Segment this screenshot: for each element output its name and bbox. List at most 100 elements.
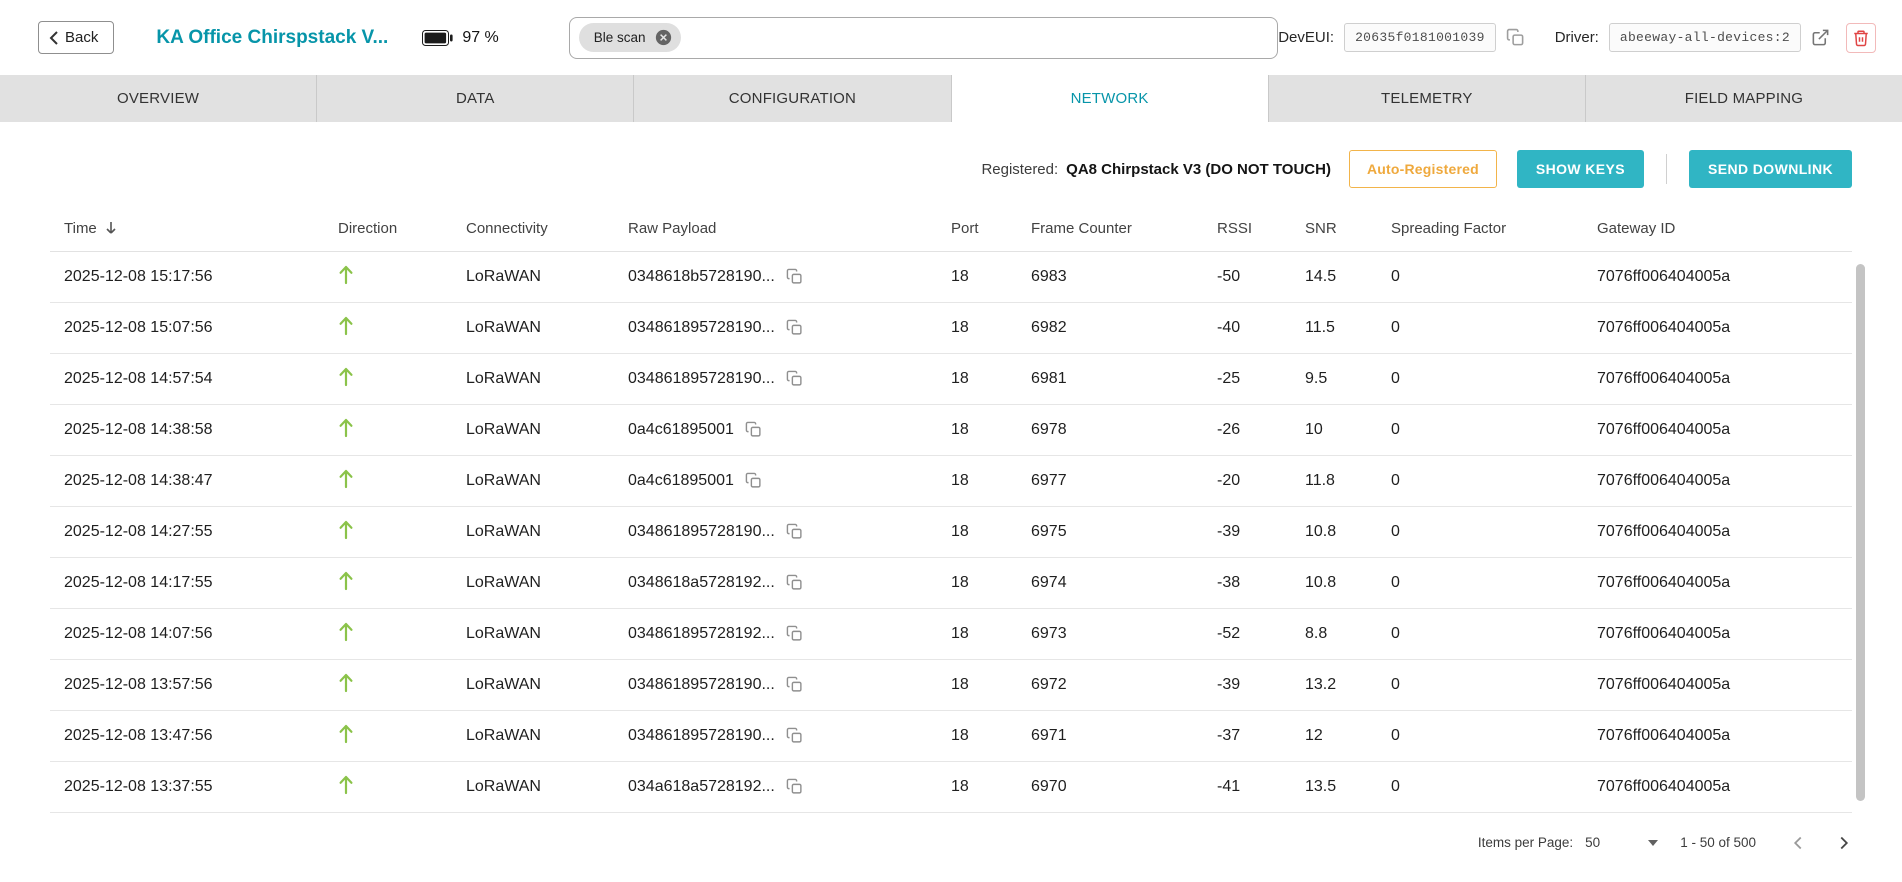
cell-gateway-id: 7076ff006404005a <box>1589 353 1852 404</box>
tab-label: TELEMETRY <box>1381 90 1473 107</box>
uplink-arrow-icon <box>338 723 354 744</box>
cell-rssi: -37 <box>1209 710 1297 761</box>
cell-connectivity: LoRaWAN <box>458 251 620 302</box>
table-row[interactable]: 2025-12-08 14:38:47 LoRaWAN 0a4c61895001 <box>50 455 1852 506</box>
send-downlink-button[interactable]: SEND DOWNLINK <box>1689 150 1852 188</box>
column-header-connectivity[interactable]: Connectivity <box>458 206 620 251</box>
cell-port: 18 <box>943 251 1023 302</box>
back-button[interactable]: Back <box>38 21 114 54</box>
tab-item[interactable]: DATA <box>317 75 634 122</box>
cell-spreading-factor: 0 <box>1383 506 1589 557</box>
cell-frame-counter: 6972 <box>1023 659 1209 710</box>
topbar: Back KA Office Chirspstack V... 97 % Ble… <box>0 0 1902 75</box>
open-driver-icon[interactable] <box>1809 26 1832 49</box>
cell-snr: 10.8 <box>1297 506 1383 557</box>
tab-item[interactable]: CONFIGURATION <box>634 75 951 122</box>
cell-connectivity: LoRaWAN <box>458 608 620 659</box>
cell-spreading-factor: 0 <box>1383 302 1589 353</box>
chip-remove-icon[interactable] <box>655 29 672 46</box>
previous-page-button[interactable] <box>1784 829 1812 857</box>
cell-gateway-id: 7076ff006404005a <box>1589 659 1852 710</box>
column-header-gateway-id[interactable]: Gateway ID <box>1589 206 1852 251</box>
table-scrollbar[interactable] <box>1856 264 1865 801</box>
copy-payload-icon[interactable] <box>786 370 803 387</box>
cell-connectivity: LoRaWAN <box>458 659 620 710</box>
cell-time: 2025-12-08 13:47:56 <box>50 710 330 761</box>
copy-payload-icon[interactable] <box>786 523 803 540</box>
table-row[interactable]: 2025-12-08 15:07:56 LoRaWAN 034861895728… <box>50 302 1852 353</box>
uplink-arrow-icon <box>338 417 354 438</box>
show-keys-button[interactable]: SHOW KEYS <box>1517 150 1644 188</box>
cell-spreading-factor: 0 <box>1383 404 1589 455</box>
tab-item[interactable]: OVERVIEW <box>0 75 317 122</box>
cell-connectivity: LoRaWAN <box>458 506 620 557</box>
table-row[interactable]: 2025-12-08 14:38:58 LoRaWAN 0a4c61895001 <box>50 404 1852 455</box>
column-header-spreading-factor[interactable]: Spreading Factor <box>1383 206 1589 251</box>
network-actions: Registered: QA8 Chirpstack V3 (DO NOT TO… <box>50 148 1852 190</box>
uplink-arrow-icon <box>338 264 354 285</box>
copy-payload-icon[interactable] <box>786 727 803 744</box>
cell-rssi: -41 <box>1209 761 1297 812</box>
cell-time: 2025-12-08 14:07:56 <box>50 608 330 659</box>
cell-rssi: -38 <box>1209 557 1297 608</box>
tab-item[interactable]: NETWORK <box>952 75 1269 122</box>
column-header-snr[interactable]: SNR <box>1297 206 1383 251</box>
copy-payload-icon[interactable] <box>786 268 803 285</box>
cell-rssi: -25 <box>1209 353 1297 404</box>
table-row[interactable]: 2025-12-08 13:57:56 LoRaWAN 034861895728… <box>50 659 1852 710</box>
cell-raw-payload: 034861895728190... <box>620 302 943 353</box>
copy-payload-icon[interactable] <box>745 421 762 438</box>
filter-chip-label: Ble scan <box>594 30 646 45</box>
cell-raw-payload: 0a4c61895001 <box>620 404 943 455</box>
delete-device-button[interactable] <box>1846 23 1876 53</box>
network-table-container: Time Direction Connectivity Raw Payload … <box>50 206 1852 813</box>
tab-item[interactable]: TELEMETRY <box>1269 75 1586 122</box>
cell-direction <box>330 557 458 608</box>
copy-payload-icon[interactable] <box>786 778 803 795</box>
payload-text: 034861895728190... <box>628 319 775 337</box>
copy-deveui-button[interactable] <box>1504 26 1527 49</box>
tab-item[interactable]: FIELD MAPPING <box>1586 75 1902 122</box>
next-page-button[interactable] <box>1830 829 1858 857</box>
table-row[interactable]: 2025-12-08 13:47:56 LoRaWAN 034861895728… <box>50 710 1852 761</box>
table-row[interactable]: 2025-12-08 13:37:55 LoRaWAN 034a618a5728… <box>50 761 1852 812</box>
copy-payload-icon[interactable] <box>786 319 803 336</box>
column-header-time[interactable]: Time <box>50 206 330 251</box>
uplink-arrow-icon <box>338 366 354 387</box>
column-header-port[interactable]: Port <box>943 206 1023 251</box>
table-row[interactable]: 2025-12-08 14:07:56 LoRaWAN 034861895728… <box>50 608 1852 659</box>
table-row[interactable]: 2025-12-08 14:17:55 LoRaWAN 0348618a5728… <box>50 557 1852 608</box>
cell-direction <box>330 506 458 557</box>
table-row[interactable]: 2025-12-08 14:57:54 LoRaWAN 034861895728… <box>50 353 1852 404</box>
caret-down-icon[interactable] <box>1648 840 1658 846</box>
uplink-arrow-icon <box>338 468 354 489</box>
cell-port: 18 <box>943 608 1023 659</box>
table-row[interactable]: 2025-12-08 14:27:55 LoRaWAN 034861895728… <box>50 506 1852 557</box>
copy-payload-icon[interactable] <box>745 472 762 489</box>
column-header-rssi[interactable]: RSSI <box>1209 206 1297 251</box>
cell-raw-payload: 034861895728192... <box>620 608 943 659</box>
network-table: Time Direction Connectivity Raw Payload … <box>50 206 1852 813</box>
column-label: Spreading Factor <box>1391 220 1506 237</box>
copy-payload-icon[interactable] <box>786 676 803 693</box>
copy-payload-icon[interactable] <box>786 574 803 591</box>
tab-label: FIELD MAPPING <box>1685 90 1803 107</box>
uplink-arrow-icon <box>338 315 354 336</box>
auto-registered-button[interactable]: Auto-Registered <box>1349 150 1497 188</box>
copy-payload-icon[interactable] <box>786 625 803 642</box>
cell-frame-counter: 6978 <box>1023 404 1209 455</box>
sort-desc-icon[interactable] <box>105 221 117 235</box>
column-header-direction[interactable]: Direction <box>330 206 458 251</box>
column-header-raw-payload[interactable]: Raw Payload <box>620 206 943 251</box>
cell-raw-payload: 034861895728190... <box>620 710 943 761</box>
cell-frame-counter: 6983 <box>1023 251 1209 302</box>
items-per-page-value[interactable]: 50 <box>1585 835 1600 850</box>
column-header-frame-counter[interactable]: Frame Counter <box>1023 206 1209 251</box>
filter-input[interactable]: Ble scan <box>569 17 1278 59</box>
cell-snr: 10.8 <box>1297 557 1383 608</box>
table-row[interactable]: 2025-12-08 15:17:56 LoRaWAN 0348618b5728… <box>50 251 1852 302</box>
payload-text: 034861895728190... <box>628 370 775 388</box>
table-body: 2025-12-08 15:17:56 LoRaWAN 0348618b5728… <box>50 251 1852 812</box>
uplink-arrow-icon <box>338 570 354 591</box>
payload-text: 034861895728190... <box>628 523 775 541</box>
